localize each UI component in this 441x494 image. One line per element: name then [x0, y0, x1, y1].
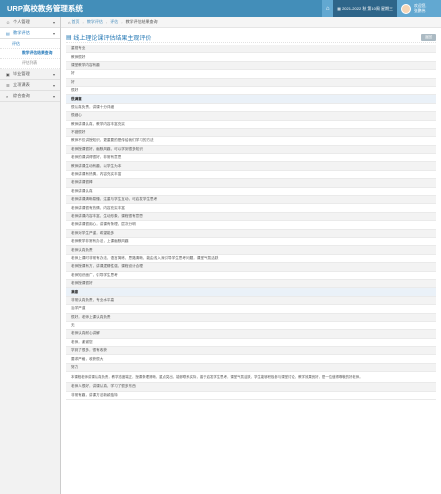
table-row: 要求严格，收获很大 — [66, 355, 436, 364]
sidebar-item-graduation[interactable]: ▣ 毕业管理 ▾ — [0, 69, 60, 80]
sidebar-item-personal[interactable]: ☺ 个人管理 ▾ — [0, 17, 60, 28]
table-row: 老师讲课很用心，讲课有条理，层次分明 — [66, 221, 436, 230]
table-row: 教师讲课生动有趣，以学生为本 — [66, 162, 436, 171]
table-row: 老师认真耐心讲解 — [66, 330, 436, 339]
table-row: 老师讲课很棒 — [66, 179, 436, 188]
comments-table: 重视专业 教师很好 课堂教学内容有趣好好很好 很满意 很认真负责，讲课十分详细 很细心 教师… — [66, 45, 436, 401]
avatar — [401, 3, 411, 14]
breadcrumb-current: 教学评估结果查询 — [125, 19, 158, 24]
table-row: 非常认真负责，专业水平高 — [66, 296, 436, 306]
chevron-down-icon: ▾ — [52, 71, 55, 77]
grad-icon: ▣ — [6, 71, 10, 77]
chevron-down-icon: ▾ — [52, 19, 55, 25]
table-row: 老师，谢谢您 — [66, 339, 436, 348]
table-row: 好 — [66, 78, 436, 87]
table-row: 很认真负责，讲课十分详细 — [66, 104, 436, 113]
table-row: 本课程老师讲课认真负责，教学态度端正，授课条理清晰，重点突出，能够联系实际，善于… — [66, 372, 436, 384]
chevron-down-icon: ▾ — [52, 82, 55, 88]
table-row: 很细心 — [66, 112, 436, 121]
table-row: 学到了很多，很有收获 — [66, 347, 436, 356]
table-row: 老师讲课清晰易懂，注重与学生互动，可启发学生思考 — [66, 196, 436, 205]
table-row: 努力 — [66, 363, 436, 373]
table-row: 满意 — [66, 288, 436, 297]
sidebar-item-query[interactable]: ⌕ 综合查询 ▾ — [0, 91, 60, 102]
chevron-down-icon: ▾ — [52, 30, 55, 36]
table-row: 老师讲课有热情，内容充实丰富 — [66, 171, 436, 180]
table-row: 治学严谨 — [66, 305, 436, 314]
app-brand[interactable]: URP高校教务管理系统 — [0, 3, 322, 14]
table-row: 好 — [66, 70, 436, 79]
back-button[interactable]: 返回 — [421, 34, 436, 41]
table-row: 老师讲课很有热情，内容充实丰富 — [66, 204, 436, 213]
user-menu[interactable]: 欢迎您, 张鹏伟 — [397, 0, 441, 17]
breadcrumb: ⌂ 首页 › 教学评估 › 评估 › 教学评估结果查询 — [61, 17, 441, 28]
table-row: 老师认真负责 — [66, 246, 436, 255]
table-row: 老师教学非常有办法，上课幽默风趣 — [66, 238, 436, 247]
user-greeting: 欢迎您, 张鹏伟 — [414, 4, 427, 13]
table-row: 老师授课很好，幽默风趣，可以学到很多知识 — [66, 145, 436, 155]
table-row: 很好 — [66, 87, 436, 96]
table-row: 教师不仅讲授知识，更重要的是传给我们学习的方法 — [66, 137, 436, 146]
table-row: 很好，老师上课认真负责 — [66, 313, 436, 322]
user-icon: ☺ — [6, 19, 11, 25]
term-indicator[interactable]: ▦ 2021-2022 秋 第10周 星期三 — [333, 0, 397, 17]
table-row: 不错很好 — [66, 128, 436, 138]
sidebar-subitem-result-query[interactable]: 教学评估结果查询 — [0, 49, 60, 59]
page-title: 线上理论课评估结果主观评价 — [73, 35, 152, 42]
table-row: 很满意 — [66, 95, 436, 104]
sidebar-item-schedule[interactable]: ☰ 立项课表 ▾ — [0, 80, 60, 91]
page-title-icon: ▤ — [66, 34, 74, 41]
breadcrumb-evaluate[interactable]: 评估 — [110, 19, 118, 25]
breadcrumb-evaluation[interactable]: 教学评估 — [87, 19, 103, 25]
table-row: 教师很好 — [66, 53, 436, 62]
table-row: 课堂教学内容有趣 — [66, 61, 436, 71]
table-row: 老师对学生严谨，希望能多 — [66, 229, 436, 238]
sidebar-item-evaluation[interactable]: ▤ 教学评估 ▾ — [0, 28, 60, 39]
home-icon[interactable]: ⌂ — [322, 0, 334, 17]
search-icon: ⌕ — [6, 93, 9, 99]
top-navbar: URP高校教务管理系统 ⌂ ▦ 2021-2022 秋 第10周 星期三 欢迎您… — [0, 0, 441, 17]
table-row: 老师授课有方，讲课逻辑性强，课程设计合理 — [66, 263, 436, 272]
page-header: ▤ 线上理论课评估结果主观评价 返回 — [66, 32, 436, 43]
table-row: 非常有趣，讲课方法新颖独特 — [66, 392, 436, 401]
table-row: 老师知识面广，引导学生思考 — [66, 272, 436, 280]
table-row: 老师人很好，讲课认真，学习了很多东西 — [66, 383, 436, 392]
table-row: 重视专业 — [66, 45, 436, 54]
list-icon: ☰ — [6, 82, 10, 88]
breadcrumb-home[interactable]: 首页 — [72, 19, 80, 25]
main-content: ▤ 线上理论课评估结果主观评价 返回 重视专业 教师很好 课堂教学内容有趣好好很好很… — [66, 32, 436, 401]
table-row: 老师讲课认真 — [66, 188, 436, 197]
chevron-down-icon: ▾ — [52, 93, 55, 99]
sidebar: ☺ 个人管理 ▾ ▤ 教学评估 ▾ 评估 教学评估结果查询 评估列表 ▣ 毕业管… — [0, 17, 61, 494]
table-row: 教师讲课认真，教学内容丰富充实 — [66, 121, 436, 129]
chart-icon: ▤ — [6, 30, 10, 36]
table-row: 老师讲课内容丰富，生动形象，课程很有意思 — [66, 212, 436, 222]
table-row: 老师上课时非常有办法，语言简练，思路清晰，能由浅入深引导学生思考问题，课堂气氛活… — [66, 255, 436, 264]
table-row: 老师授课很好 — [66, 279, 436, 289]
sidebar-subitem-evaluate[interactable]: 评估 — [0, 39, 60, 49]
table-row: 无 — [66, 322, 436, 331]
sidebar-subitem-eval-list[interactable]: 评估列表 — [0, 59, 60, 69]
table-row: 老师的课讲得很好，非常有意思 — [66, 154, 436, 163]
